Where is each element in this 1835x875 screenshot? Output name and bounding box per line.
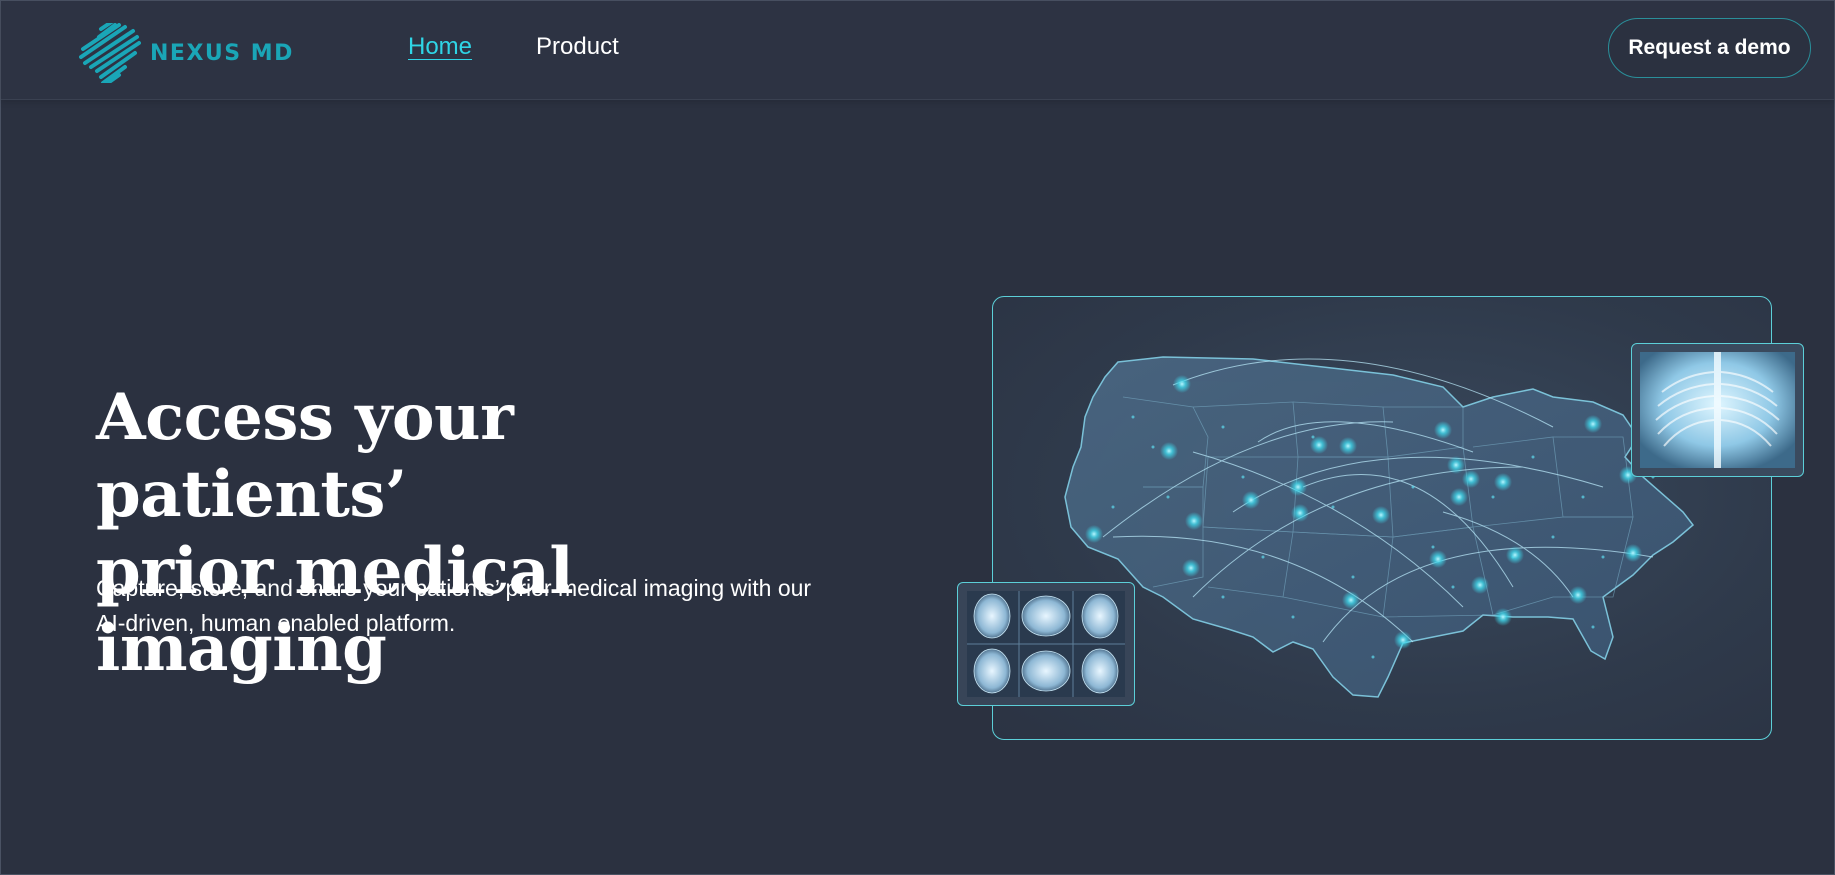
logo[interactable]: NEXUS MD: [79, 23, 294, 83]
brain-mri-grid-image: [967, 591, 1125, 697]
hero-subtitle-line-2: AI-driven, human enabled platform.: [96, 610, 456, 636]
nexus-md-logo-icon: [79, 23, 141, 83]
top-navigation-bar: NEXUS MD Home Product Request a demo: [1, 1, 1834, 100]
brain-mri-thumbnail: [957, 582, 1135, 706]
nav-link-home[interactable]: Home: [408, 33, 472, 61]
main-nav: Home Product: [408, 33, 619, 61]
hero-subtitle: Capture, store, and share your patients’…: [96, 571, 876, 641]
hero-title-line-1: Access your patients’: [96, 380, 514, 532]
hero-subtitle-line-1: Capture, store, and share your patients’…: [96, 575, 812, 601]
chest-xray-image: [1640, 352, 1795, 468]
logo-text: NEXUS MD: [150, 40, 294, 66]
request-demo-button[interactable]: Request a demo: [1608, 18, 1811, 78]
chest-xray-thumbnail: [1631, 343, 1804, 477]
nav-link-product[interactable]: Product: [536, 33, 619, 61]
page: NEXUS MD Home Product Request a demo Acc…: [0, 0, 1835, 875]
